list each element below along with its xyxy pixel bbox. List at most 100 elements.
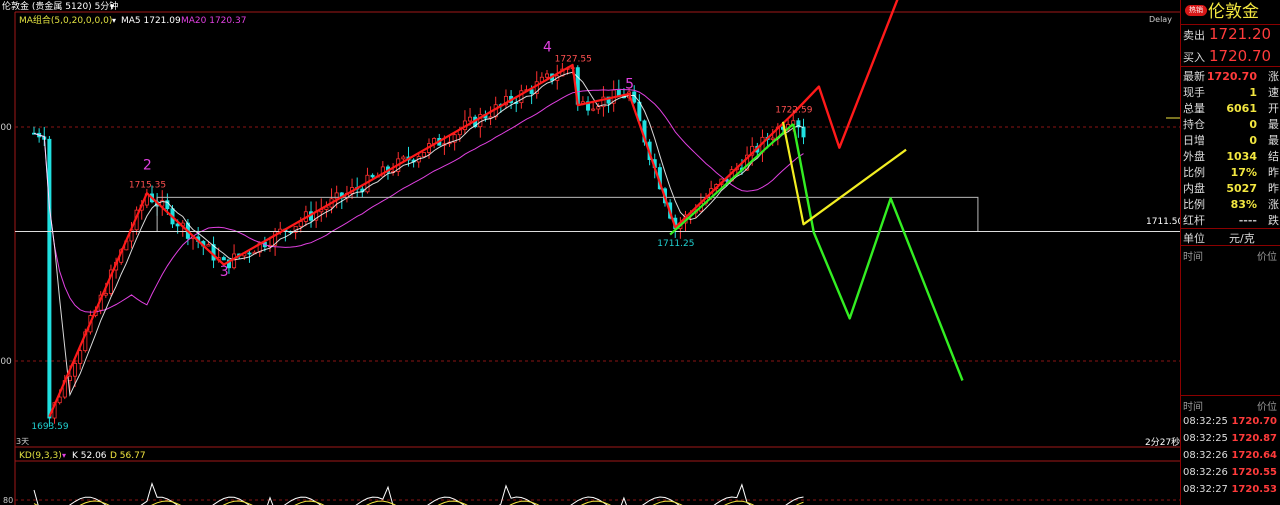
tick-row: 08:32:25 1720.87 — [1181, 430, 1280, 447]
period-label: 5分钟 — [95, 0, 119, 12]
wave-number: 4 — [543, 39, 552, 55]
pivot-label: 1727.55 — [555, 54, 592, 64]
candle — [488, 106, 493, 126]
buy-price[interactable]: 1720.70 — [1209, 46, 1271, 66]
quote-row-label: 总量 — [1183, 102, 1205, 115]
quote-panel: 热销 伦敦金 卖出 1721.20 买入 1720.70 最新 1720.70 涨现… — [1180, 0, 1280, 505]
candle — [801, 118, 806, 145]
quote-row: 红杆 ---- 跌 — [1181, 212, 1280, 229]
candle — [514, 98, 519, 113]
candle — [616, 79, 621, 96]
quote-row-value: 1720.70 — [1206, 70, 1257, 83]
candle — [196, 226, 201, 249]
divider — [1181, 228, 1280, 229]
ma5-line — [33, 71, 804, 397]
tick-time: 08:32:25 — [1183, 416, 1228, 427]
quote-row-label: 现手 — [1183, 86, 1205, 99]
quote-row: 总量 6061 开 — [1181, 100, 1280, 117]
tick-row: 08:32:26 1720.55 — [1181, 464, 1280, 481]
candle — [591, 101, 596, 112]
quote-row-value: 0 — [1249, 134, 1257, 147]
quote-row-side-label: 昨 — [1268, 166, 1279, 179]
quote-row: 比例 17% 昨 — [1181, 164, 1280, 181]
pivot-label: 1711.25 — [657, 239, 694, 249]
quote-row-label: 日增 — [1183, 134, 1205, 147]
candle — [447, 136, 452, 147]
candle — [350, 178, 355, 200]
quote-row-value: 1 — [1249, 86, 1257, 99]
quote-row-side-label: 开 — [1268, 102, 1279, 115]
kd-label: KD(9,3,3) — [19, 451, 62, 461]
quote-row-side-label: 速 — [1268, 86, 1279, 99]
price-header-top: 价位 — [1257, 252, 1277, 263]
quote-row-value: 5027 — [1226, 182, 1257, 195]
hot-badge: 热销 — [1185, 5, 1207, 16]
candle — [586, 96, 591, 116]
chart-title: 伦敦金 (贵金属 5120) 5分钟 — [2, 0, 118, 12]
quote-row: 外盘 1034 结 — [1181, 148, 1280, 165]
quote-row-label: 最新 — [1183, 70, 1205, 83]
wave-green-fit — [669, 123, 794, 236]
bottom-left-label: 3天 — [16, 437, 29, 446]
candle — [601, 86, 606, 117]
divider — [1181, 66, 1280, 67]
countdown-label: 2分27秒 — [1145, 436, 1180, 448]
pivot-label: 1722.59 — [775, 106, 812, 116]
candlestick-chart: 1693.591715.351727.551711.251722.592345 … — [0, 0, 1180, 505]
quote-row-value: 1034 — [1226, 150, 1257, 163]
wave-number: 5 — [625, 77, 634, 93]
quote-row-side-label: 涨 — [1268, 70, 1279, 83]
pivot-label: 1693.59 — [31, 422, 68, 432]
chevron-down-icon[interactable]: ▾ — [112, 16, 116, 25]
quote-row-label: 持仓 — [1183, 118, 1205, 131]
price-header: 价位 — [1257, 402, 1277, 413]
wave-green-projection — [792, 123, 964, 381]
divider — [1181, 395, 1280, 396]
quote-row-side-label: 结 — [1268, 150, 1279, 163]
buy-label: 买入 — [1183, 51, 1205, 64]
quote-row: 最新 1720.70 涨 — [1181, 68, 1280, 85]
kd-k-label: K 52.06 — [72, 451, 107, 461]
kd-indicator-layer — [33, 482, 804, 505]
quote-row-value: 17% — [1230, 166, 1257, 179]
ma20-line — [33, 88, 804, 313]
time-header-top: 时间 — [1183, 252, 1203, 263]
candle — [462, 110, 467, 134]
chevron-down-icon[interactable]: ▾ — [110, 2, 114, 11]
quote-row: 内盘 5027 昨 — [1181, 180, 1280, 197]
quote-row-side-label: 涨 — [1268, 198, 1279, 211]
tick-price: 1720.70 — [1231, 416, 1277, 427]
tick-time: 08:32:26 — [1183, 450, 1228, 461]
tick-row: 08:32:26 1720.64 — [1181, 447, 1280, 464]
candle — [160, 190, 165, 216]
sell-price[interactable]: 1721.20 — [1209, 24, 1271, 44]
quote-row-side-label: 昨 — [1268, 182, 1279, 195]
symbol-info: (贵金属 5120) — [32, 0, 92, 12]
wave-number: 2 — [143, 157, 152, 173]
tick-time: 08:32:26 — [1183, 467, 1228, 478]
tick-time: 08:32:27 — [1183, 484, 1228, 495]
candle — [314, 201, 319, 228]
quote-row-label: 内盘 — [1183, 182, 1205, 195]
wave-overlay-layer: 1693.59 1715.35 1727.55 1711.25 1722.59 2 3 4 5 — [15, 0, 1180, 432]
ma-combo-label: MA组合(5,0,20,0,0,0) — [19, 14, 112, 26]
wave-number: 3 — [220, 264, 229, 280]
quote-row-value: 6061 — [1226, 102, 1257, 115]
tick-price: 1720.53 — [1231, 484, 1277, 495]
sell-label: 卖出 — [1183, 29, 1205, 42]
tick-price: 1720.87 — [1231, 433, 1277, 444]
tick-time: 08:32:25 — [1183, 433, 1228, 444]
chevron-down-icon[interactable]: ▾ — [62, 451, 66, 460]
quote-row: 比例 83% 涨 — [1181, 196, 1280, 213]
quote-row-side-label: 跌 — [1268, 214, 1279, 227]
wave-red-projection — [792, 0, 899, 149]
quote-row-label: 外盘 — [1183, 150, 1205, 163]
instrument-name: 伦敦金 — [1208, 2, 1259, 22]
price-tick-lower: 00.00 — [0, 357, 12, 367]
quote-row: 持仓 0 最 — [1181, 116, 1280, 133]
quote-row-value: 0 — [1249, 118, 1257, 131]
time-header: 时间 — [1183, 402, 1203, 413]
candle — [519, 84, 524, 109]
quote-row-side-label: 最 — [1268, 134, 1279, 147]
candle — [221, 255, 226, 261]
